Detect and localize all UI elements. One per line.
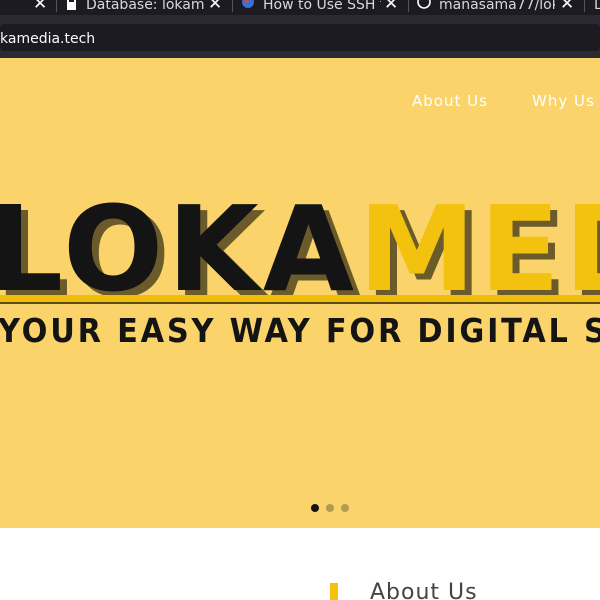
database-icon bbox=[67, 0, 76, 10]
tab-ssh-guide[interactable]: How to Use SSH t bbox=[263, 0, 381, 15]
globe-icon bbox=[242, 0, 254, 8]
carousel-dot-2[interactable] bbox=[326, 504, 334, 512]
address-bar-url[interactable]: kamedia.tech bbox=[0, 30, 95, 48]
tab-title: Database: lokame bbox=[86, 0, 204, 13]
section-title: About Us bbox=[370, 580, 478, 600]
section-accent-bar bbox=[330, 583, 338, 600]
github-icon bbox=[417, 0, 431, 9]
tab-github[interactable]: manasama77/loka bbox=[439, 0, 555, 15]
tab-separator bbox=[232, 0, 233, 12]
close-tab-icon[interactable]: ✕ bbox=[208, 0, 222, 14]
nav-why-us[interactable]: Why Us bbox=[532, 92, 595, 110]
browser-toolbar: kamedia.tech bbox=[0, 15, 600, 58]
logo-underline-shadow bbox=[0, 302, 600, 304]
tab-separator bbox=[584, 0, 585, 12]
carousel-dot-3[interactable] bbox=[341, 504, 349, 512]
close-tab-icon[interactable]: ✕ bbox=[560, 0, 574, 14]
browser-tab-strip: ✕ Database: lokame ✕ How to Use SSH t ✕ … bbox=[0, 0, 600, 15]
hero-tagline: YOUR EASY WAY FOR DIGITAL SOLUTIONS bbox=[0, 311, 600, 350]
logo-underline bbox=[0, 295, 600, 302]
hero-banner: About Us Why Us LOKAMEDIA YOUR EASY WAY … bbox=[0, 58, 600, 528]
lokamedia-logo: LOKAMEDIA bbox=[0, 190, 600, 308]
tab-title: manasama77/loka bbox=[439, 0, 555, 13]
close-tab-icon[interactable]: ✕ bbox=[33, 0, 47, 14]
nav-about-us[interactable]: About Us bbox=[412, 92, 488, 110]
close-tab-icon[interactable]: ✕ bbox=[384, 0, 398, 14]
tab-database[interactable]: Database: lokame bbox=[86, 0, 204, 15]
tab-next[interactable]: L bbox=[594, 0, 600, 15]
tab-separator bbox=[56, 0, 57, 12]
tab-separator bbox=[408, 0, 409, 12]
tab-title: How to Use SSH t bbox=[263, 0, 381, 13]
carousel-dot-1[interactable] bbox=[311, 504, 319, 512]
